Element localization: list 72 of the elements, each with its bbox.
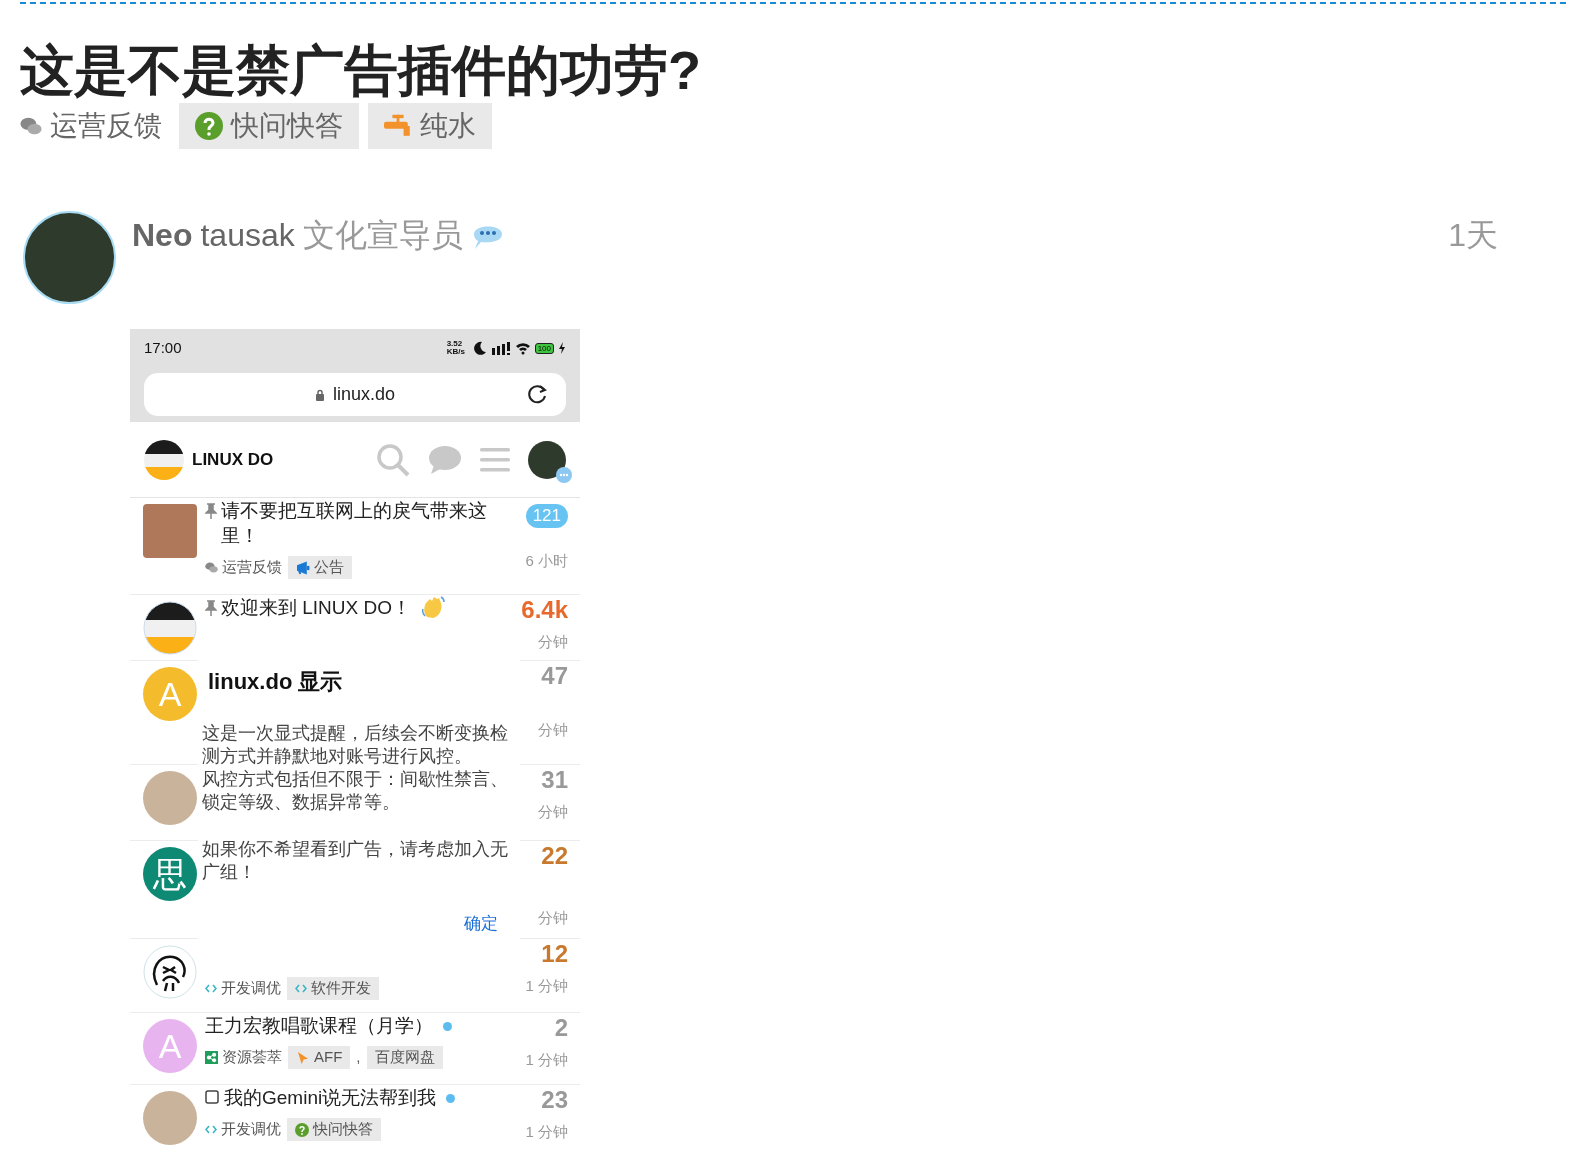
chat-bubbles-icon bbox=[205, 561, 218, 575]
username-link[interactable]: tausak bbox=[200, 210, 295, 259]
address-bar[interactable]: linux.do bbox=[144, 373, 566, 417]
topic-age: 分钟 bbox=[538, 633, 568, 651]
reply-count: 12 bbox=[541, 940, 568, 968]
site-logo-icon[interactable] bbox=[143, 601, 197, 656]
reply-count: 6.4k bbox=[521, 596, 568, 624]
share-icon bbox=[205, 1051, 218, 1065]
reply-count: 31 bbox=[541, 766, 568, 794]
tag-link[interactable]: 纯水 bbox=[368, 102, 492, 149]
wifi-icon bbox=[514, 341, 531, 356]
category-link[interactable]: 开发调优 bbox=[205, 1118, 281, 1141]
charging-icon bbox=[558, 342, 566, 355]
topic-age: 分钟 bbox=[538, 909, 568, 927]
dialog-title: linux.do 显示 bbox=[208, 667, 344, 696]
category-link[interactable]: 开发调优 bbox=[205, 977, 281, 1000]
tag-link[interactable]: 公告 bbox=[288, 556, 352, 579]
menu-icon[interactable] bbox=[480, 446, 510, 473]
dialog-message: 这是一次显式提醒，后续会不断变换检测方式并静默地对账号进行风控。 bbox=[202, 721, 509, 768]
topic-age: 1 分钟 bbox=[525, 977, 568, 995]
topic-title-link[interactable]: 欢迎来到 LINUX DO！ bbox=[221, 595, 412, 621]
reply-count: 23 bbox=[541, 1086, 568, 1114]
lock-icon bbox=[314, 388, 325, 401]
dialog-message: 如果你不希望看到广告，请考虑加入无广组！ bbox=[202, 837, 509, 884]
topic-title-link[interactable]: 王力宏教唱歌课程（月学） bbox=[205, 1013, 433, 1039]
tag-link[interactable]: 百度网盘 bbox=[366, 1046, 443, 1069]
user-avatar-placeholder[interactable] bbox=[528, 440, 566, 479]
dialog-message: 风控方式包括但不限于：间歇性禁言、锁定等级、数据异常等。 bbox=[202, 767, 509, 814]
reply-count: 22 bbox=[541, 842, 568, 870]
ok-button[interactable]: 确定 bbox=[464, 911, 498, 937]
topic-age: 分钟 bbox=[538, 721, 568, 739]
tag-link[interactable]: 快问快答 bbox=[179, 102, 359, 149]
topic-title-link[interactable]: 我的Gemini说无法帮到我 bbox=[224, 1085, 437, 1111]
site-logo-icon bbox=[144, 439, 184, 480]
network-speed: 3.52 KB/s bbox=[446, 340, 466, 357]
topic-title-link[interactable]: 请不要把互联网上的戾气带来这里！ bbox=[221, 498, 495, 549]
topic-age: 1 分钟 bbox=[525, 1123, 568, 1141]
question-icon bbox=[195, 111, 223, 140]
letter-avatar[interactable]: 思 bbox=[143, 847, 197, 902]
unread-count: 121 bbox=[525, 504, 568, 529]
topic-title: 这是不是禁广告插件的功劳? bbox=[20, 39, 702, 102]
tag-link[interactable]: AFF bbox=[288, 1046, 351, 1069]
tag-separator: , bbox=[356, 1047, 361, 1068]
topic-age: 分钟 bbox=[538, 803, 568, 821]
megaphone-icon bbox=[296, 560, 310, 575]
status-time: 17:00 bbox=[144, 337, 183, 358]
signal-icon bbox=[490, 341, 511, 355]
tag-link[interactable]: 软件开发 bbox=[287, 977, 379, 1000]
cursor-icon bbox=[296, 1050, 310, 1065]
topic-age: 6 小时 bbox=[525, 552, 568, 570]
question-icon bbox=[295, 1122, 309, 1137]
post-age: 1天 bbox=[1448, 215, 1498, 255]
battery-level: 100 bbox=[534, 342, 554, 354]
moon-icon bbox=[472, 341, 487, 356]
category-link[interactable]: 运营反馈 bbox=[20, 104, 162, 147]
chat-icon[interactable] bbox=[428, 444, 462, 475]
cartoon-face-drawing[interactable] bbox=[143, 945, 197, 1000]
category-link[interactable]: 运营反馈 bbox=[205, 556, 282, 579]
speech-bubble-icon bbox=[556, 466, 572, 483]
site-name: LINUX DO bbox=[192, 449, 275, 472]
search-icon[interactable] bbox=[376, 442, 410, 477]
reload-icon[interactable] bbox=[526, 383, 548, 406]
code-icon bbox=[295, 984, 307, 994]
code-icon bbox=[205, 1125, 217, 1135]
reply-count: 47 bbox=[541, 662, 568, 690]
author-name-link[interactable]: Neo bbox=[132, 210, 193, 259]
topic-age: 1 分钟 bbox=[525, 1051, 568, 1069]
category-link[interactable]: 资源荟萃 bbox=[205, 1046, 282, 1069]
tag-link[interactable]: 快问快答 bbox=[287, 1118, 381, 1141]
reply-count: 2 bbox=[554, 1014, 568, 1042]
code-icon bbox=[205, 984, 217, 994]
user-title: 文化宣导员 bbox=[302, 215, 463, 255]
